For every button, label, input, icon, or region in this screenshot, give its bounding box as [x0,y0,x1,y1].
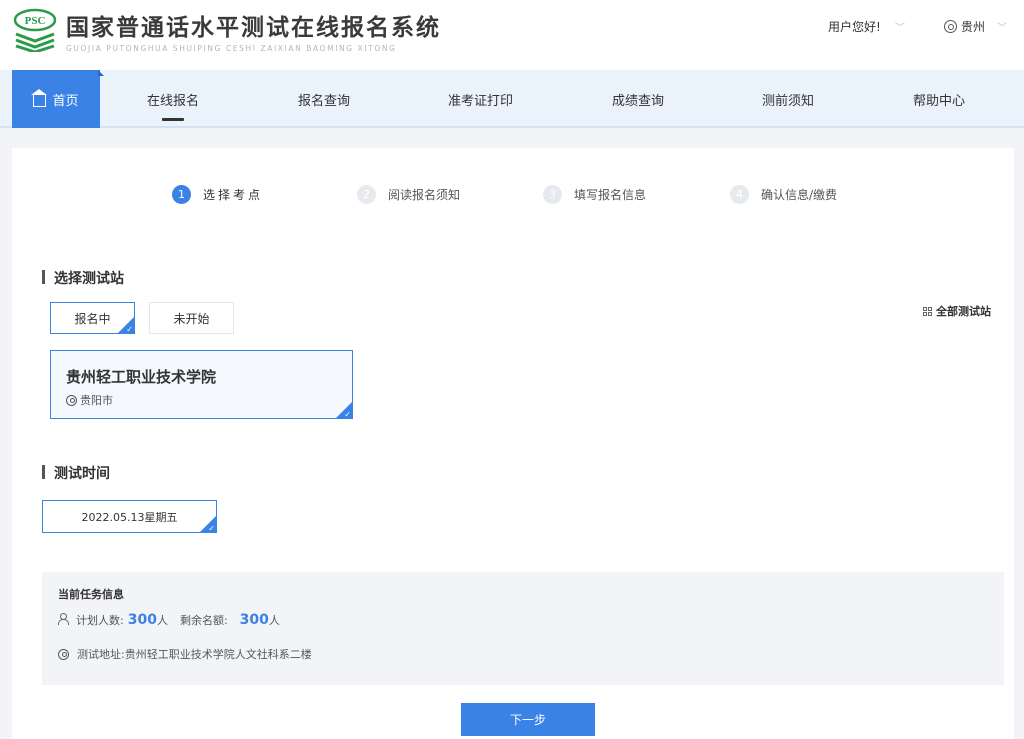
filter-not-started-button[interactable]: 未开始 [149,302,234,334]
check-corner-icon [118,317,134,333]
planned-unit: 人 [156,614,168,627]
check-corner-icon [336,402,352,418]
all-sites-label: 全部测试站 [936,305,991,318]
station-name: 贵州轻工职业技术学院 [66,368,217,386]
nav-score-query[interactable]: 成绩查询 [612,70,664,128]
all-sites-link[interactable]: 全部测试站 [923,303,991,319]
site-title: 国家普通话水平测试在线报名系统 [66,14,441,41]
user-menu[interactable]: 用户您好! ﹀ [828,18,905,35]
station-city-label: 贵阳市 [80,394,113,407]
active-nav-indicator [162,118,184,121]
site-subtitle: GUOJIA PUTONGHUA SHUIPING CESHI ZAIXIAN … [66,44,397,53]
filter-label: 报名中 [74,311,111,326]
brand: 国家普通话水平测试在线报名系统 GUOJIA PUTONGHUA SHUIPIN… [66,8,441,53]
planned-label: 计划人数: [76,614,124,627]
task-info-box: 当前任务信息 计划人数: 300 人 剩余名额: 300 人 测试地址: 贵州轻工职业… [42,572,1004,685]
remaining-unit: 人 [268,614,280,627]
chevron-down-icon: ﹀ [894,23,905,34]
location-icon [944,20,957,33]
header: PSC 国家普通话水平测试在线报名系统 GUOJIA PUTONGHUA SHU… [0,0,1024,70]
address-value: 贵州轻工职业技术学院人文社科系二楼 [124,648,312,661]
home-icon [31,88,48,107]
step-label: 确认信息/缴费 [761,188,838,202]
nav-home-label: 首页 [52,93,79,109]
task-quota-line: 计划人数: 300 人 剩余名额: 300 人 [58,612,280,628]
test-date-label: 2022.05.13星期五 [81,510,178,524]
step-label: 填写报名信息 [574,188,647,202]
step-label: 阅读报名须知 [388,188,461,202]
remaining-value: 300 [239,612,269,628]
filter-label: 未开始 [173,311,210,326]
nav-help-center[interactable]: 帮助中心 [913,70,965,128]
nav-registration-query[interactable]: 报名查询 [298,70,350,128]
remaining-label: 剩余名额: [179,614,228,627]
section-title-station: 选择测试站 [42,268,124,288]
check-corner-icon [200,516,216,532]
person-icon [58,613,69,625]
step-2: 2 阅读报名须知 [357,185,460,204]
task-address-line: 测试地址: 贵州轻工职业技术学院人文社科系二楼 [58,646,312,662]
next-step-button[interactable]: 下一步 [461,703,595,736]
main-nav: 首页 在线报名 报名查询 准考证打印 成绩查询 测前须知 帮助中心 [0,70,1024,128]
address-label: 测试地址: [77,648,125,661]
station-card[interactable]: 贵州轻工职业技术学院 贵阳市 [50,350,353,419]
station-city: 贵阳市 [66,392,113,408]
task-info-title: 当前任务信息 [58,588,124,601]
step-number: 1 [172,185,191,204]
step-3: 3 填写报名信息 [543,185,646,204]
step-4: 4 确认信息/缴费 [730,185,837,204]
section-title-time: 测试时间 [42,463,110,483]
location-icon [66,394,77,406]
step-label: 选择考点 [203,188,264,202]
svg-text:PSC: PSC [25,15,46,27]
region-selector[interactable]: 贵州 ﹀ [944,18,1007,35]
region-label: 贵州 [961,20,986,34]
nav-home[interactable]: 首页 [12,70,100,128]
step-1: 1 选择考点 [172,185,263,204]
user-greeting: 用户您好! [828,20,881,34]
filter-registering-button[interactable]: 报名中 [50,302,135,334]
grid-icon [923,306,932,316]
psc-logo: PSC [13,8,57,52]
planned-value: 300 [127,612,157,628]
step-number: 2 [357,185,376,204]
chevron-down-icon: ﹀ [997,23,1008,34]
step-number: 3 [543,185,562,204]
nav-pretest-notice[interactable]: 测前须知 [762,70,814,128]
step-number: 4 [730,185,749,204]
nav-admission-ticket-print[interactable]: 准考证打印 [448,70,513,128]
location-icon [58,648,69,660]
test-date-option[interactable]: 2022.05.13星期五 [42,500,217,533]
